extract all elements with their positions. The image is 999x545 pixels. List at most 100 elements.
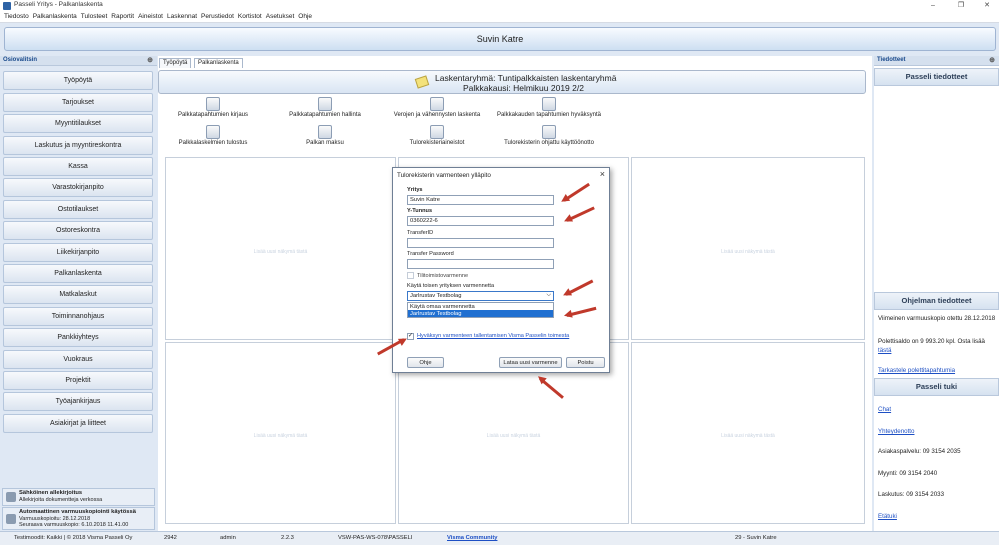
nav-tarjoukset[interactable]: Tarjoukset [3, 93, 153, 112]
support-header: Passeli tuki [874, 378, 999, 396]
status-version: 2.2.3 [281, 535, 294, 541]
auto-backup-item[interactable]: Automaattinen varmuuskopiointi käytössä … [2, 507, 155, 530]
menu-kortistot[interactable]: Kortistot [236, 12, 264, 20]
company-label: Yritys [407, 187, 423, 193]
sales-phone: Myynti: 09 3154 2040 [878, 470, 938, 477]
transferid-label: TransferID [407, 230, 434, 236]
approve-icon [542, 97, 556, 111]
menu-aineistot[interactable]: Aineistot [136, 12, 165, 20]
select-value: Jarlrustav Testbolag [410, 293, 462, 299]
add-view-hint: Lisää uusi näkymä tästä [253, 248, 308, 255]
exit-button[interactable]: Poistu [566, 357, 605, 368]
tab-tyopoyta[interactable]: Työpöytä [159, 58, 192, 68]
document-icon [206, 97, 220, 111]
nav-tyopoyta[interactable]: Työpöytä [3, 71, 153, 90]
tool-label: Palkkatapahtumien hallinta [289, 112, 361, 118]
status-user: admin [220, 535, 236, 541]
status-machine: VSW-PAS-WS-078\PASSELI [338, 535, 413, 541]
menu-tiedosto[interactable]: Tiedosto [0, 12, 31, 20]
nav-liikekirjanpito[interactable]: Liikekirjanpito [3, 243, 153, 262]
auto-backup-title: Automaattinen varmuuskopiointi käytössä [19, 509, 136, 515]
nav-laskutus[interactable]: Laskutus ja myyntireskontra [3, 136, 153, 155]
menu-palkanlaskenta[interactable]: Palkanlaskenta [31, 12, 79, 20]
tool-income-register[interactable]: Tulorekisteriaineistot [382, 125, 492, 146]
menu-bar: Tiedosto Palkanlaskenta Tulosteet Raportit A… [0, 12, 999, 23]
view-slot[interactable]: Lisää uusi näkymä tästä [631, 342, 865, 524]
restore-icon[interactable]: ❐ [950, 0, 972, 12]
nav-myyntitilaukset[interactable]: Myyntitilaukset [3, 114, 153, 133]
nav-tyoajankirjaus[interactable]: Työajankirjaus [3, 392, 153, 411]
help-button[interactable]: Ohje [407, 357, 444, 368]
nav-ostoreskontra[interactable]: Ostoreskontra [3, 221, 153, 240]
backup-notice: Viimeinen varmuuskopio otettu 28.12.2018 [878, 315, 996, 322]
transfer-password-field[interactable] [407, 259, 554, 269]
contact-link[interactable]: Yhteydenotto [878, 428, 996, 436]
certificate-dialog: Tulorekisterin varmenteen ylläpito × Yri… [392, 167, 610, 373]
nav-projektit[interactable]: Projektit [3, 371, 153, 390]
menu-perustiedot[interactable]: Perustiedot [199, 12, 236, 20]
tool-payroll-entry[interactable]: Palkkatapahtumien kirjaus [158, 97, 268, 118]
pay-period: Palkkakausi: Helmikuu 2019 2/2 [463, 83, 584, 93]
view-slot[interactable]: Lisää uusi näkymä tästä [165, 342, 396, 524]
status-bar: Testimoodit: Kaikki | © 2018 Visma Passe… [0, 531, 999, 545]
tool-print-slips[interactable]: Palkkalaskelmien tulostus [158, 125, 268, 146]
option-jarlrustav[interactable]: Jarlrustav Testbolag [407, 310, 554, 318]
e-signature-title: Sähköinen allekirjoitus [19, 490, 83, 496]
documents-icon [318, 97, 332, 111]
wizard-icon [542, 125, 556, 139]
tool-tax-calc[interactable]: Verojen ja vähennysten laskenta [382, 97, 492, 118]
visma-community-link[interactable]: Visma Community [447, 535, 497, 541]
remote-support-link[interactable]: Etätuki [878, 513, 996, 521]
minimize-icon[interactable]: – [922, 0, 944, 12]
status-company: 29 - Suvin Katre [735, 535, 777, 541]
view-slot[interactable]: Lisää uusi näkymä tästä [165, 157, 396, 340]
menu-raportit[interactable]: Raportit [109, 12, 136, 20]
transferid-field[interactable] [407, 238, 554, 248]
pin-icon[interactable]: ⊕ [989, 56, 995, 64]
nav-matkalaskut[interactable]: Matkalaskut [3, 285, 153, 304]
token-events-link[interactable]: Tarkastele polettitapahtumia [878, 367, 996, 375]
tool-label: Palkkalaskelmien tulostus [178, 140, 248, 146]
nav-ostotilaukset[interactable]: Ostotilaukset [3, 200, 153, 219]
signature-icon [6, 492, 16, 502]
add-view-hint: Lisää uusi näkymä tästä [721, 433, 775, 439]
nav-vuokraus[interactable]: Vuokraus [3, 350, 153, 369]
dialog-close-icon[interactable]: × [600, 169, 605, 179]
e-signature-item[interactable]: Sähköinen allekirjoitus Allekirjoita dok… [2, 488, 155, 506]
tab-palkanlaskenta[interactable]: Palkanlaskenta [194, 58, 243, 68]
billing-phone: Laskutus: 09 3154 2033 [878, 491, 945, 498]
tool-payroll-management[interactable]: Palkkatapahtumien hallinta [270, 97, 380, 118]
nav-kassa[interactable]: Kassa [3, 157, 153, 176]
backup-icon [6, 514, 16, 524]
passeli-notices-header: Passeli tiedotteet [874, 68, 999, 86]
menu-laskennat[interactable]: Laskennat [165, 12, 199, 20]
business-id-field[interactable]: 0360222-6 [407, 216, 554, 226]
tool-register-wizard[interactable]: Tulorekisterin ohjattu käyttöönotto [493, 125, 605, 146]
certificate-select[interactable]: Jarlrustav Testbolag ⌵ [407, 291, 554, 301]
menu-ohje[interactable]: Ohje [296, 12, 314, 20]
nav-asiakirjat[interactable]: Asiakirjat ja liitteet [3, 414, 153, 433]
tool-payment[interactable]: Palkan maksu [270, 125, 380, 146]
chat-link[interactable]: Chat [878, 406, 996, 414]
buy-more-link[interactable]: tästä [878, 347, 996, 355]
company-field[interactable]: Suvin Katre [407, 195, 554, 205]
nav-pankkiyhteys[interactable]: Pankkiyhteys [3, 328, 153, 347]
load-certificate-button[interactable]: Lataa uusi varmenne [499, 357, 562, 368]
menu-asetukset[interactable]: Asetukset [264, 12, 297, 20]
option-own-cert[interactable]: Käytä omaa varmennetta [407, 302, 554, 310]
pin-icon[interactable]: ⊕ [147, 56, 153, 64]
notices-title: Tiedotteet ⊕ [874, 56, 999, 66]
notices-title-text: Tiedotteet [877, 57, 906, 63]
accept-terms-link[interactable]: Hyväksyn varmenteen tallentamisen Visma … [417, 333, 569, 339]
view-slot[interactable]: Lisää uusi näkymä tästä [631, 157, 865, 340]
payment-icon [318, 125, 332, 139]
tool-approval[interactable]: Palkkakauden tapahtumien hyväksyntä [493, 97, 605, 118]
accept-checkbox[interactable]: ✓ [407, 333, 414, 340]
section-selector-panel: Osiovalitsin ⊕ Työpöytä Tarjoukset Myynti… [0, 56, 157, 531]
accounting-office-checkbox[interactable] [407, 272, 414, 279]
nav-varastokirjanpito[interactable]: Varastokirjanpito [3, 178, 153, 197]
nav-toiminnanohjaus[interactable]: Toiminnanohjaus [3, 307, 153, 326]
menu-tulosteet[interactable]: Tulosteet [79, 12, 110, 20]
nav-palkanlaskenta[interactable]: Palkanlaskenta [3, 264, 153, 283]
close-window-icon[interactable]: ✕ [976, 0, 998, 12]
